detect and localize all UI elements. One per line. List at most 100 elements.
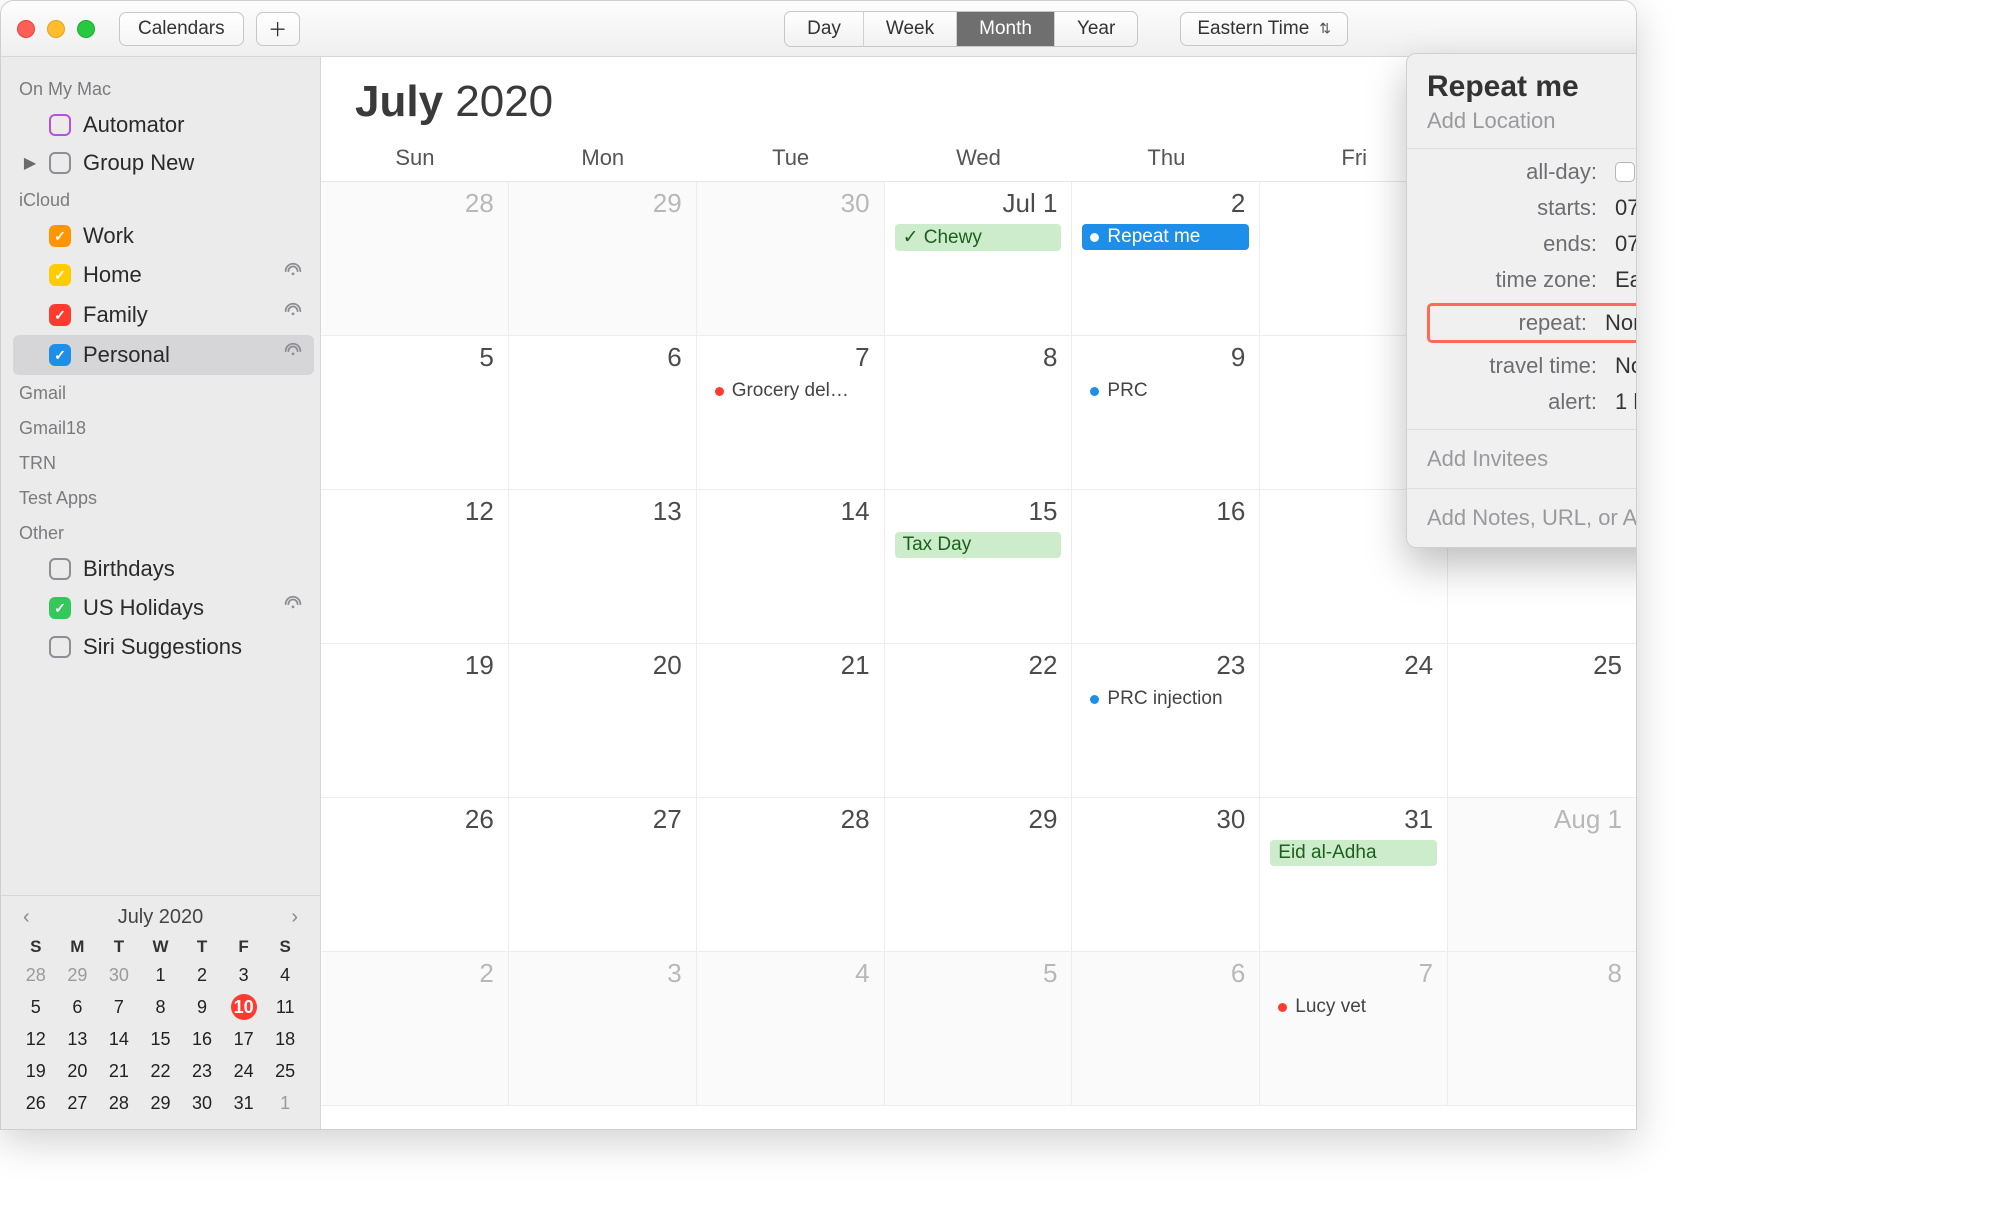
- mini-day[interactable]: 3: [223, 959, 265, 991]
- timezone-picker[interactable]: Eastern Time ⇅: [1180, 12, 1348, 46]
- mini-day[interactable]: 28: [15, 959, 57, 991]
- day-cell[interactable]: 22: [885, 644, 1073, 798]
- mini-day[interactable]: 9: [181, 991, 223, 1023]
- day-cell[interactable]: 14: [697, 490, 885, 644]
- travel-value[interactable]: None: [1615, 353, 1637, 379]
- day-cell[interactable]: 31Eid al-Adha: [1260, 798, 1448, 952]
- add-invitees-field[interactable]: Add Invitees: [1407, 430, 1637, 489]
- mini-day[interactable]: 10: [223, 991, 265, 1023]
- event-title[interactable]: Repeat me: [1427, 70, 1637, 104]
- view-year[interactable]: Year: [1055, 12, 1137, 46]
- sidebar-item[interactable]: Siri Suggestions: [13, 628, 314, 666]
- view-week[interactable]: Week: [864, 12, 957, 46]
- mini-day[interactable]: 18: [264, 1023, 306, 1055]
- view-day[interactable]: Day: [785, 12, 864, 46]
- mini-day[interactable]: 23: [181, 1055, 223, 1087]
- calendar-checkbox-icon[interactable]: ✓: [49, 597, 71, 619]
- day-cell[interactable]: 4: [697, 952, 885, 1106]
- event-chip[interactable]: Lucy vet: [1270, 994, 1437, 1020]
- day-cell[interactable]: 25: [1448, 644, 1636, 798]
- mini-day[interactable]: 13: [57, 1023, 99, 1055]
- mini-day[interactable]: 30: [98, 959, 140, 991]
- day-cell[interactable]: 13: [509, 490, 697, 644]
- day-cell[interactable]: 7Grocery del…: [697, 336, 885, 490]
- mini-day[interactable]: 11: [264, 991, 306, 1023]
- mini-day[interactable]: 29: [57, 959, 99, 991]
- mini-day[interactable]: 29: [140, 1087, 182, 1119]
- day-cell[interactable]: 30: [697, 182, 885, 336]
- day-cell[interactable]: Aug 1: [1448, 798, 1636, 952]
- calendar-box-icon[interactable]: [49, 152, 71, 174]
- sidebar-item[interactable]: ✓Work: [13, 217, 314, 255]
- day-cell[interactable]: 7Lucy vet: [1260, 952, 1448, 1106]
- calendar-checkbox-icon[interactable]: ✓: [49, 225, 71, 247]
- event-chip[interactable]: Grocery del…: [707, 378, 874, 404]
- sidebar-item[interactable]: Automator: [13, 106, 314, 144]
- day-cell[interactable]: 21: [697, 644, 885, 798]
- mini-day[interactable]: 1: [264, 1087, 306, 1119]
- day-cell[interactable]: 6: [509, 336, 697, 490]
- day-cell[interactable]: 28: [321, 182, 509, 336]
- mini-next-button[interactable]: ›: [285, 906, 304, 929]
- zoom-icon[interactable]: [77, 20, 95, 38]
- minimize-icon[interactable]: [47, 20, 65, 38]
- mini-day[interactable]: 26: [15, 1087, 57, 1119]
- day-cell[interactable]: 28: [697, 798, 885, 952]
- mini-day[interactable]: 7: [98, 991, 140, 1023]
- day-cell[interactable]: 20: [509, 644, 697, 798]
- sidebar-item[interactable]: ✓Family: [13, 295, 314, 335]
- ends-date[interactable]: 07/02/2020: [1615, 231, 1637, 257]
- mini-day[interactable]: 16: [181, 1023, 223, 1055]
- sidebar-item[interactable]: ✓Personal: [13, 335, 314, 375]
- day-cell[interactable]: 5: [321, 336, 509, 490]
- mini-day[interactable]: 6: [57, 991, 99, 1023]
- mini-day[interactable]: 31: [223, 1087, 265, 1119]
- sidebar-item[interactable]: ✓Home: [13, 255, 314, 295]
- day-cell[interactable]: 8: [1448, 952, 1636, 1106]
- calendar-box-icon[interactable]: [49, 558, 71, 580]
- repeat-value[interactable]: None: [1605, 310, 1637, 336]
- calendar-checkbox-icon[interactable]: ✓: [49, 304, 71, 326]
- day-cell[interactable]: 27: [509, 798, 697, 952]
- mini-prev-button[interactable]: ‹: [17, 906, 36, 929]
- day-cell[interactable]: 2: [321, 952, 509, 1106]
- starts-date[interactable]: 07/02/2020: [1615, 195, 1637, 221]
- event-location-field[interactable]: Add Location: [1427, 108, 1637, 134]
- mini-calendar-grid[interactable]: SMTWTFS 28293012345678910111213141516171…: [15, 935, 306, 1119]
- mini-day[interactable]: 24: [223, 1055, 265, 1087]
- sidebar-list[interactable]: On My MacAutomator▶Group NewiCloud✓Work✓…: [1, 57, 320, 895]
- day-cell[interactable]: 2Repeat me: [1072, 182, 1260, 336]
- calendar-checkbox-icon[interactable]: ✓: [49, 264, 71, 286]
- mini-day[interactable]: 27: [57, 1087, 99, 1119]
- day-cell[interactable]: 3: [509, 952, 697, 1106]
- day-cell[interactable]: 29: [509, 182, 697, 336]
- day-cell[interactable]: 6: [1072, 952, 1260, 1106]
- sidebar-item[interactable]: Birthdays: [13, 550, 314, 588]
- mini-day[interactable]: 12: [15, 1023, 57, 1055]
- mini-day[interactable]: 28: [98, 1087, 140, 1119]
- calendar-box-icon[interactable]: [49, 636, 71, 658]
- day-cell[interactable]: 26: [321, 798, 509, 952]
- alert-value[interactable]: 1 hr. before: [1615, 389, 1637, 415]
- day-cell[interactable]: 29: [885, 798, 1073, 952]
- day-cell[interactable]: 19: [321, 644, 509, 798]
- add-notes-field[interactable]: Add Notes, URL, or Attachments: [1407, 489, 1637, 547]
- event-chip[interactable]: Eid al-Adha: [1270, 840, 1437, 866]
- mini-day[interactable]: 8: [140, 991, 182, 1023]
- allday-checkbox[interactable]: [1615, 162, 1635, 182]
- mini-day[interactable]: 17: [223, 1023, 265, 1055]
- add-event-button[interactable]: ＋: [256, 12, 300, 46]
- day-cell[interactable]: Jul 1✓ Chewy: [885, 182, 1073, 336]
- day-cell[interactable]: 23PRC injection: [1072, 644, 1260, 798]
- day-cell[interactable]: 16: [1072, 490, 1260, 644]
- event-chip[interactable]: PRC: [1082, 378, 1249, 404]
- sidebar-item[interactable]: ✓US Holidays: [13, 588, 314, 628]
- day-cell[interactable]: 30: [1072, 798, 1260, 952]
- mini-day[interactable]: 19: [15, 1055, 57, 1087]
- calendar-checkbox-icon[interactable]: ✓: [49, 344, 71, 366]
- mini-day[interactable]: 14: [98, 1023, 140, 1055]
- day-cell[interactable]: 5: [885, 952, 1073, 1106]
- mini-day[interactable]: 30: [181, 1087, 223, 1119]
- day-cell[interactable]: 15Tax Day: [885, 490, 1073, 644]
- mini-day[interactable]: 20: [57, 1055, 99, 1087]
